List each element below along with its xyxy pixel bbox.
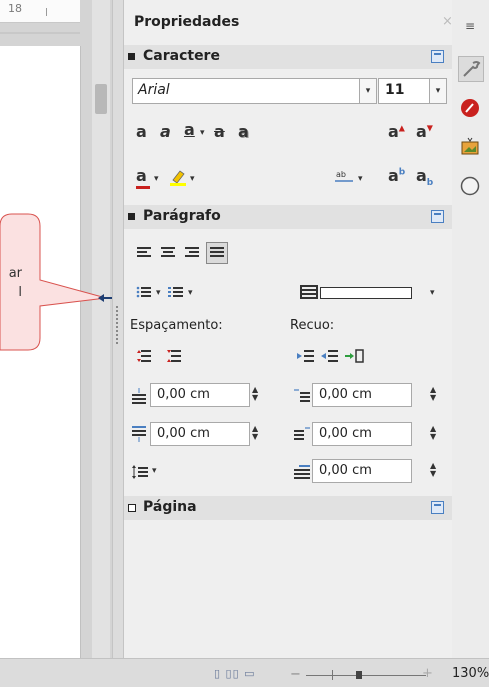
bullet-list-icon[interactable] <box>136 284 152 303</box>
callout-bubble <box>0 213 123 351</box>
above-spacing-value: 0,00 cm <box>157 387 210 402</box>
more-options-icon[interactable] <box>431 50 444 63</box>
above-spacing-icon <box>132 388 146 408</box>
font-name-dropdown[interactable]: ▾ <box>359 78 377 104</box>
collapse-icon <box>128 213 135 220</box>
below-spacing-input[interactable]: 0,00 cm <box>150 422 250 446</box>
section-paragraph-header[interactable]: Parágrafo <box>124 205 452 229</box>
font-color-button[interactable]: a <box>136 166 147 185</box>
background-color-swatch[interactable] <box>320 287 412 299</box>
callout-annotation: ar l <box>0 0 123 360</box>
after-indent-input[interactable]: 0,00 cm <box>312 422 412 446</box>
align-right-button[interactable] <box>182 243 202 263</box>
font-size-input[interactable]: 11 <box>378 78 430 104</box>
align-center-button[interactable] <box>158 243 178 263</box>
sidebar-menu-icon[interactable]: ≡ <box>458 14 482 38</box>
underline-dropdown[interactable]: ▾ <box>200 128 205 138</box>
before-indent-value: 0,00 cm <box>319 387 372 402</box>
section-page-header[interactable]: Página <box>124 496 452 520</box>
superscript-button[interactable]: ab <box>388 166 405 185</box>
numbered-list-dropdown[interactable]: ▾ <box>188 288 193 298</box>
zoom-slider-thumb[interactable] <box>356 671 362 679</box>
callout-line-2: l <box>18 285 22 300</box>
line-spacing-icon[interactable] <box>132 464 148 483</box>
strikethrough-button[interactable]: a <box>214 122 225 141</box>
spacing-label: Espaçamento: <box>130 318 223 333</box>
align-left-button[interactable] <box>134 243 154 263</box>
properties-panel: Propriedades × Caractere Arial ▾ 11 ▾ a … <box>124 0 453 658</box>
font-color-bar <box>136 186 150 189</box>
below-spacing-icon <box>132 426 146 446</box>
zoom-in-button[interactable]: + <box>422 666 433 681</box>
background-color-dropdown[interactable]: ▾ <box>430 288 435 298</box>
panel-title: Propriedades <box>134 14 240 30</box>
zoom-slider[interactable] <box>306 675 426 676</box>
first-line-indent-stepper[interactable]: ▲ ▼ <box>430 462 436 478</box>
properties-tab-icon[interactable] <box>458 56 484 82</box>
section-character-title: Caractere <box>143 48 220 64</box>
after-indent-icon <box>294 426 310 446</box>
navigator-tab-icon[interactable] <box>458 176 482 200</box>
shadow-button[interactable]: a <box>238 122 249 141</box>
char-spacing-dropdown[interactable]: ▾ <box>358 174 363 184</box>
below-spacing-value: 0,00 cm <box>157 426 210 441</box>
subscript-button[interactable]: ab <box>416 166 433 188</box>
callout-line-1: ar <box>8 266 22 281</box>
above-spacing-input[interactable]: 0,00 cm <box>150 383 250 407</box>
splitter-grip[interactable] <box>116 306 118 346</box>
zoom-level[interactable]: 130% <box>452 666 489 681</box>
highlight-icon[interactable] <box>170 168 186 190</box>
above-spacing-stepper[interactable]: ▲ ▼ <box>252 386 258 402</box>
decrease-spacing-icon[interactable] <box>166 348 182 367</box>
indent-label: Recuo: <box>290 318 335 333</box>
before-indent-stepper[interactable]: ▲ ▼ <box>430 386 436 402</box>
font-name-value: Arial <box>138 82 170 98</box>
before-indent-input[interactable]: 0,00 cm <box>312 383 412 407</box>
font-size-value: 11 <box>385 82 405 98</box>
first-line-indent-input[interactable]: 0,00 cm <box>312 459 412 483</box>
bold-button[interactable]: a <box>136 122 147 141</box>
grow-font-button[interactable]: a▲ <box>388 122 405 141</box>
section-character-header[interactable]: Caractere <box>124 45 452 69</box>
align-justify-button[interactable] <box>206 242 228 264</box>
after-indent-value: 0,00 cm <box>319 426 372 441</box>
after-indent-stepper[interactable]: ▲ ▼ <box>430 425 436 441</box>
zoom-out-button[interactable]: − <box>290 667 301 682</box>
hanging-indent-icon[interactable] <box>344 348 364 367</box>
line-spacing-dropdown[interactable]: ▾ <box>152 466 157 476</box>
more-options-icon[interactable] <box>431 210 444 223</box>
section-paragraph-title: Parágrafo <box>143 208 221 224</box>
font-color-dropdown[interactable]: ▾ <box>154 174 159 184</box>
section-page-title: Página <box>143 499 197 515</box>
callout-text: ar l <box>0 264 22 302</box>
font-size-dropdown[interactable]: ▾ <box>429 78 447 104</box>
italic-button[interactable]: a <box>160 122 171 141</box>
status-bar: ▯ ▯▯ ▭ − + 130% <box>0 658 489 687</box>
char-spacing-icon[interactable]: ab <box>334 168 354 188</box>
first-line-indent-value: 0,00 cm <box>319 463 372 478</box>
shrink-font-button[interactable]: a▼ <box>416 122 433 141</box>
font-name-input[interactable]: Arial <box>132 78 360 104</box>
increase-spacing-icon[interactable] <box>136 348 152 367</box>
svg-text:ab: ab <box>336 170 346 179</box>
before-indent-icon <box>294 388 310 408</box>
bullet-list-dropdown[interactable]: ▾ <box>156 288 161 298</box>
more-options-icon[interactable] <box>431 501 444 514</box>
expand-icon <box>128 504 136 512</box>
collapse-icon <box>128 53 135 60</box>
sidebar-splitter[interactable] <box>112 0 124 658</box>
numbered-list-icon[interactable] <box>168 284 184 303</box>
increase-indent-icon[interactable] <box>296 348 314 367</box>
view-layout-buttons[interactable]: ▯ ▯▯ ▭ <box>214 667 256 680</box>
sidebar-tabbar: ≡ <box>452 0 489 658</box>
first-line-indent-icon <box>294 464 310 483</box>
below-spacing-stepper[interactable]: ▲ ▼ <box>252 425 258 441</box>
decrease-indent-icon[interactable] <box>320 348 338 367</box>
styles-tab-icon[interactable] <box>458 98 482 122</box>
zoom-slider-tick <box>332 670 333 680</box>
underline-button[interactable]: a <box>184 120 195 139</box>
paragraph-background-icon[interactable] <box>300 284 318 303</box>
gallery-tab-icon[interactable] <box>458 136 482 160</box>
highlight-dropdown[interactable]: ▾ <box>190 174 195 184</box>
